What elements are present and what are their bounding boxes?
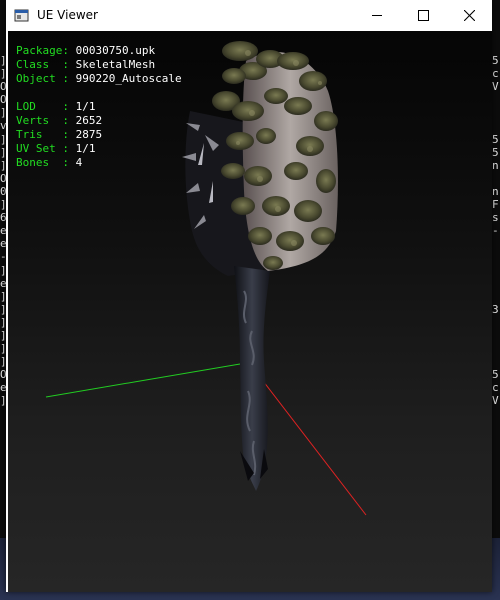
minimize-button[interactable] <box>354 0 400 31</box>
background-console-right: 5 c V 5 5 n n F s - 3 5 c V <box>492 54 499 408</box>
app-icon <box>14 8 29 23</box>
title-bar[interactable]: UE Viewer <box>6 0 492 31</box>
info-value: SkeletalMesh <box>75 58 156 71</box>
mesh-stem <box>234 266 270 491</box>
close-icon <box>463 6 475 25</box>
info-value: 00030750.upk <box>75 44 156 57</box>
info-key: Object : <box>16 72 69 85</box>
maximize-button[interactable] <box>400 0 446 31</box>
info-key: Verts : <box>16 114 69 127</box>
info-value: 4 <box>75 156 83 169</box>
info-key: Bones : <box>16 156 69 169</box>
info-value: 990220_Autoscale <box>75 72 182 85</box>
info-row-class: Class : SkeletalMesh <box>16 58 182 72</box>
info-row-verts: Verts : 2652 <box>16 114 182 128</box>
info-row-lod: LOD : 1/1 <box>16 100 182 114</box>
info-key: Class : <box>16 58 69 71</box>
window-title: UE Viewer <box>37 8 98 22</box>
minimize-icon <box>371 6 383 25</box>
info-row-package: Package: 00030750.upk <box>16 44 182 58</box>
info-key: LOD : <box>16 100 69 113</box>
info-value: 2652 <box>75 114 103 127</box>
info-row-object: Object : 990220_Autoscale <box>16 72 182 86</box>
maximize-icon <box>417 6 429 25</box>
info-value: 1/1 <box>75 100 96 113</box>
info-value: 2875 <box>75 128 103 141</box>
3d-viewport[interactable]: Package: 00030750.upk Class : SkeletalMe… <box>8 31 492 592</box>
info-key: UV Set : <box>16 142 69 155</box>
close-button[interactable] <box>446 0 492 31</box>
info-row-bones: Bones : 4 <box>16 156 182 170</box>
info-key: Package: <box>16 44 69 57</box>
info-key: Tris : <box>16 128 69 141</box>
info-row-uvset: UV Set : 1/1 <box>16 142 182 156</box>
info-row-tris: Tris : 2875 <box>16 128 182 142</box>
ue-viewer-window: UE Viewer Package: 00030750.upk Class: … <box>6 0 492 592</box>
x-axis-line <box>45 363 241 398</box>
mesh-info-panel: Package: 00030750.upk Class : SkeletalMe… <box>16 44 182 170</box>
info-value: 1/1 <box>75 142 96 155</box>
